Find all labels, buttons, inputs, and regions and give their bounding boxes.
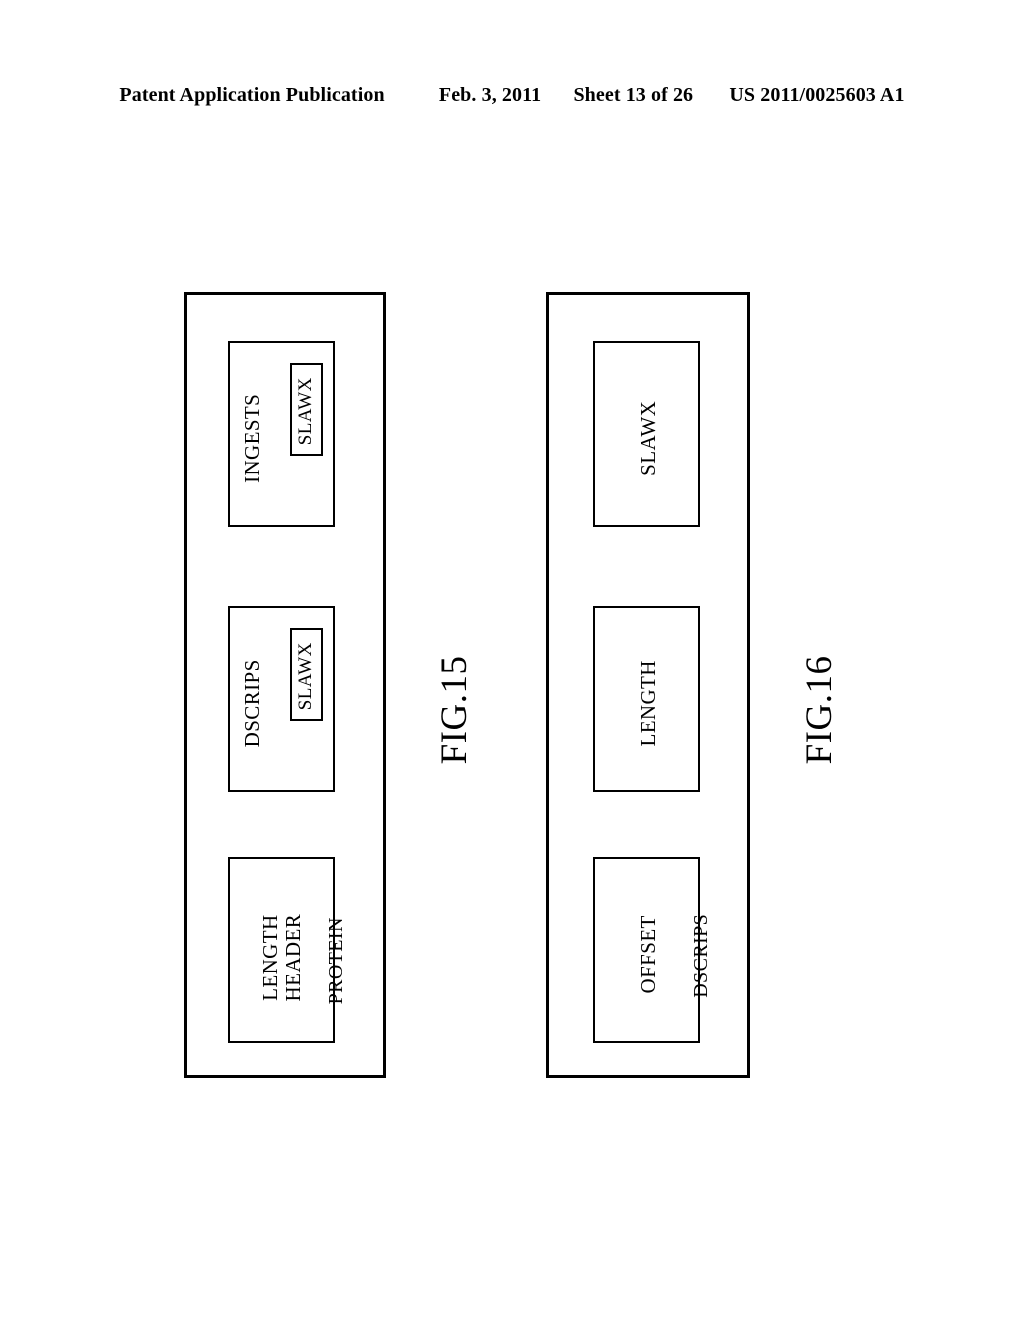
figure-15-protein-container: LENGTH HEADER DSCRIPS SLAWX INGESTS SLAW… [184, 292, 386, 1078]
figure-15-nested-box-slawx-dscrips: SLAWX [290, 628, 323, 721]
figure-15-box-length-header-label: LENGTH HEADER [257, 913, 305, 1002]
figure-15-container-label: PROTEIN [325, 917, 348, 1005]
figure-15-box-length-header: LENGTH HEADER [228, 857, 335, 1043]
figure-16-box-offset: OFFSET [593, 857, 700, 1043]
figure-16-box-slawx-label: SLAWX [636, 400, 661, 476]
figure-15-nested-box-slawx-dscrips-label: SLAWX [295, 642, 317, 711]
figure-16-caption: FIG.16 [799, 655, 841, 765]
drawing-sheet: LENGTH HEADER DSCRIPS SLAWX INGESTS SLAW… [0, 0, 1024, 1320]
figure-16-container-label: DSCRIPS [690, 913, 713, 998]
figure-15-nested-box-slawx-ingests-label: SLAWX [295, 377, 317, 446]
figure-16-box-offset-label: OFFSET [636, 915, 661, 994]
figure-15-box-dscrips: DSCRIPS SLAWX [228, 606, 335, 792]
figure-16-box-slawx: SLAWX [593, 341, 700, 527]
figure-16-box-length: LENGTH [593, 606, 700, 792]
figure-15-box-ingests-label: INGESTS [240, 393, 265, 483]
figure-15-caption: FIG.15 [434, 655, 476, 765]
figure-15-box-ingests: INGESTS SLAWX [228, 341, 335, 527]
figure-16-dscrips-container: OFFSET LENGTH SLAWX DSCRIPS [546, 292, 750, 1078]
figure-15-box-dscrips-label: DSCRIPS [240, 659, 265, 748]
figure-15-nested-box-slawx-ingests: SLAWX [290, 363, 323, 456]
figure-16-box-length-label: LENGTH [636, 660, 661, 747]
